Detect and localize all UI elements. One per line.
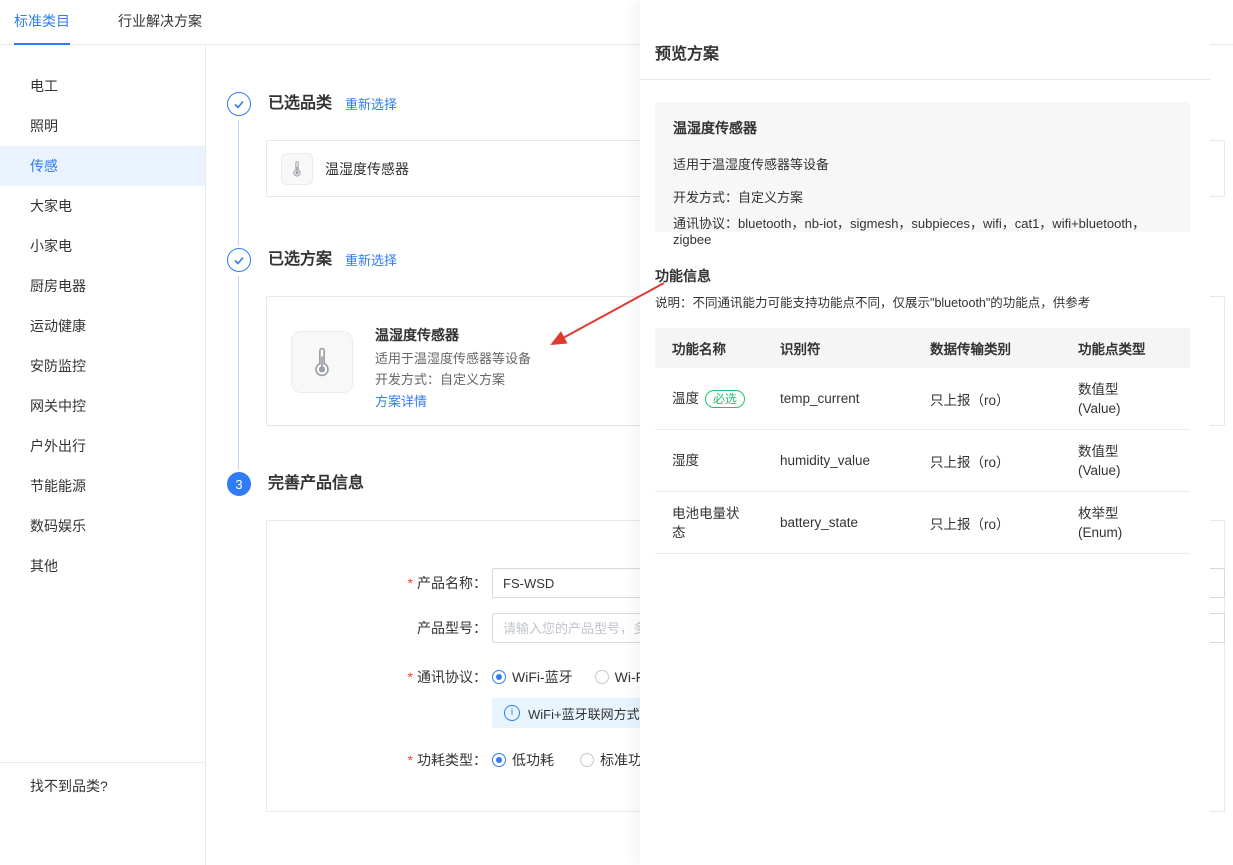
required-mark: * bbox=[408, 752, 413, 768]
step3-title: 完善产品信息 bbox=[268, 474, 364, 494]
step1-reselect-link[interactable]: 重新选择 bbox=[345, 96, 397, 114]
selected-category-name: 温湿度传感器 bbox=[325, 159, 409, 179]
step-connector-1 bbox=[238, 120, 239, 246]
preview-title: 预览方案 bbox=[655, 40, 719, 64]
radio-icon bbox=[595, 670, 609, 684]
product-name-label: *产品名称： bbox=[337, 568, 487, 598]
radio-selected-icon bbox=[492, 753, 506, 767]
step1-done-icon bbox=[227, 92, 251, 116]
cannot-find-category-link[interactable]: 找不到品类? bbox=[0, 762, 205, 796]
radio-selected-icon bbox=[492, 670, 506, 684]
cell-function-name: 电池电量状态 bbox=[672, 504, 767, 542]
required-mark: * bbox=[408, 575, 413, 591]
cell-transfer-type: 只上报（ro） bbox=[930, 451, 1078, 471]
sidebar-item-sport-health[interactable]: 运动健康 bbox=[0, 306, 205, 346]
radio-icon bbox=[580, 753, 594, 767]
col-header-transfer: 数据传输类别 bbox=[930, 338, 1078, 358]
step2-reselect-link[interactable]: 重新选择 bbox=[345, 252, 397, 270]
sidebar-item-sensor[interactable]: 传感 bbox=[0, 146, 205, 186]
col-header-code: 识别符 bbox=[780, 338, 930, 358]
function-table-header: 功能名称 识别符 数据传输类别 功能点类型 bbox=[655, 328, 1190, 368]
cell-identifier: temp_current bbox=[780, 391, 930, 406]
solution-preview-drawer: 预览方案 温湿度传感器 适用于温湿度传感器等设备 开发方式：自定义方案 通讯协议… bbox=[640, 0, 1210, 865]
sidebar-item-large-appliance[interactable]: 大家电 bbox=[0, 186, 205, 226]
cell-dp-type: 数值型 (Value) bbox=[1078, 380, 1190, 418]
cell-dp-type: 枚举型 (Enum) bbox=[1078, 504, 1190, 542]
tab-standard-category[interactable]: 标准类目 bbox=[14, 0, 70, 45]
function-info-title: 功能信息 bbox=[655, 266, 711, 286]
product-model-label: 产品型号： bbox=[337, 613, 487, 643]
info-icon bbox=[504, 705, 520, 721]
thermometer-icon bbox=[281, 153, 313, 185]
thermometer-icon bbox=[291, 331, 353, 393]
table-row: 温度 必选 temp_current 只上报（ro） 数值型 (Value) bbox=[655, 368, 1190, 430]
sidebar-item-digital-entertainment[interactable]: 数码娱乐 bbox=[0, 506, 205, 546]
solution-card-text: 温湿度传感器 适用于温湿度传感器等设备 开发方式：自定义方案 方案详情 bbox=[375, 325, 531, 412]
sidebar-item-electrician[interactable]: 电工 bbox=[0, 66, 205, 106]
sidebar-item-small-appliance[interactable]: 小家电 bbox=[0, 226, 205, 266]
step1-title: 已选品类 bbox=[268, 94, 332, 114]
preview-protocols: 通讯协议：bluetooth，nb-iot，sigmesh，subpieces，… bbox=[673, 213, 1172, 247]
function-table: 功能名称 识别符 数据传输类别 功能点类型 温度 必选 temp_current… bbox=[655, 328, 1190, 554]
cell-function-name: 温度 必选 bbox=[672, 389, 767, 408]
step2-title: 已选方案 bbox=[268, 250, 332, 270]
sidebar-item-lighting[interactable]: 照明 bbox=[0, 106, 205, 146]
function-info-note: 说明：不同通讯能力可能支持功能点不同，仅展示"bluetooth"的功能点，供参… bbox=[655, 292, 1185, 311]
table-row: 湿度 humidity_value 只上报（ro） 数值型 (Value) bbox=[655, 430, 1190, 492]
solution-dev-mode: 开发方式：自定义方案 bbox=[375, 369, 531, 390]
solution-desc: 适用于温湿度传感器等设备 bbox=[375, 348, 531, 369]
check-icon bbox=[232, 253, 246, 267]
required-badge: 必选 bbox=[705, 390, 745, 408]
step-connector-2 bbox=[238, 276, 239, 470]
divider bbox=[640, 79, 1210, 80]
solution-name: 温湿度传感器 bbox=[375, 325, 531, 346]
cell-dp-type: 数值型 (Value) bbox=[1078, 442, 1190, 480]
col-header-name: 功能名称 bbox=[672, 338, 780, 358]
protocol-label: *通讯协议： bbox=[337, 662, 487, 692]
category-sidebar: 电工 照明 传感 大家电 小家电 厨房电器 运动健康 安防监控 网关中控 户外出… bbox=[0, 46, 206, 865]
solution-detail-link[interactable]: 方案详情 bbox=[375, 391, 531, 412]
sidebar-item-kitchen-appliance[interactable]: 厨房电器 bbox=[0, 266, 205, 306]
power-option-low[interactable]: 低功耗 bbox=[492, 750, 554, 770]
cell-function-name: 湿度 bbox=[672, 451, 767, 470]
sidebar-item-energy[interactable]: 节能能源 bbox=[0, 466, 205, 506]
sidebar-item-outdoor[interactable]: 户外出行 bbox=[0, 426, 205, 466]
power-radio-group: 低功耗 标准功耗 bbox=[492, 745, 656, 775]
preview-solution-name: 温湿度传感器 bbox=[673, 118, 1172, 138]
solution-summary-box: 温湿度传感器 适用于温湿度传感器等设备 开发方式：自定义方案 通讯协议：blue… bbox=[655, 102, 1190, 232]
tab-industry-solution[interactable]: 行业解决方案 bbox=[118, 0, 202, 45]
sidebar-item-security[interactable]: 安防监控 bbox=[0, 346, 205, 386]
product-create-page: 标准类目 行业解决方案 电工 照明 传感 大家电 小家电 厨房电器 运动健康 安… bbox=[0, 0, 1233, 865]
power-type-label: *功耗类型： bbox=[337, 745, 487, 775]
preview-dev-mode: 开发方式：自定义方案 bbox=[673, 187, 1172, 206]
step2-done-icon bbox=[227, 248, 251, 272]
cell-transfer-type: 只上报（ro） bbox=[930, 513, 1078, 533]
col-header-type: 功能点类型 bbox=[1078, 338, 1190, 358]
cell-transfer-type: 只上报（ro） bbox=[930, 389, 1078, 409]
cell-identifier: battery_state bbox=[780, 515, 930, 530]
sidebar-item-other[interactable]: 其他 bbox=[0, 546, 205, 586]
check-icon bbox=[232, 97, 246, 111]
cell-identifier: humidity_value bbox=[780, 453, 930, 468]
table-row: 电池电量状态 battery_state 只上报（ro） 枚举型 (Enum) bbox=[655, 492, 1190, 554]
sidebar-item-gateway[interactable]: 网关中控 bbox=[0, 386, 205, 426]
protocol-option-wifi-ble[interactable]: WiFi-蓝牙 bbox=[492, 667, 573, 687]
preview-solution-desc: 适用于温湿度传感器等设备 bbox=[673, 154, 1172, 173]
step3-number-icon: 3 bbox=[227, 472, 251, 496]
required-mark: * bbox=[408, 669, 413, 685]
